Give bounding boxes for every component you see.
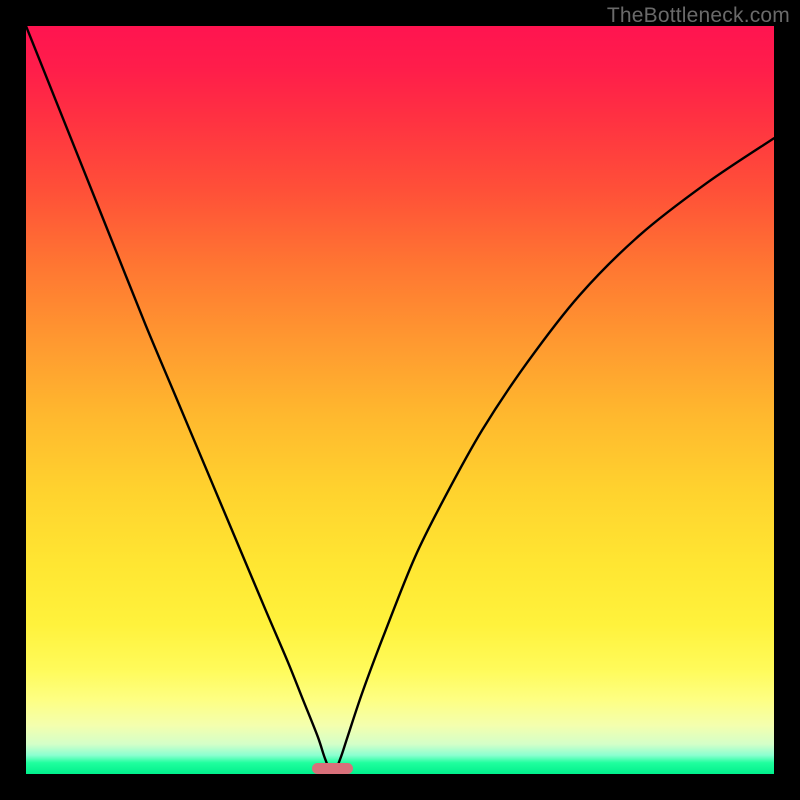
watermark-text: TheBottleneck.com [607, 4, 790, 28]
chart-frame: TheBottleneck.com [0, 0, 800, 800]
bottleneck-curve [26, 26, 774, 774]
plot-area [26, 26, 774, 774]
optimal-marker [312, 763, 353, 774]
